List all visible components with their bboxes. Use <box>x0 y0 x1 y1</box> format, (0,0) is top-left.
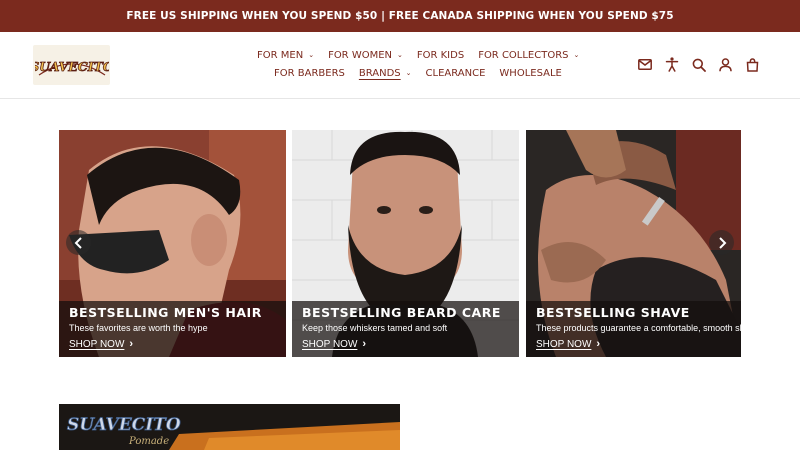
logo-mark-icon: SUAVECITO <box>35 59 109 76</box>
nav-for-barbers[interactable]: FOR BARBERS <box>274 68 345 79</box>
accessibility-icon[interactable] <box>664 57 679 72</box>
nav-for-kids[interactable]: FOR KIDS <box>417 50 464 61</box>
nav-wholesale[interactable]: WHOLESALE <box>499 68 561 79</box>
slide-title: BESTSELLING SHAVE <box>536 305 690 320</box>
account-icon[interactable] <box>718 57 733 72</box>
nav-label: CLEARANCE <box>425 68 486 79</box>
nav-label: FOR MEN <box>257 50 304 61</box>
nav-label: WHOLESALE <box>499 68 562 79</box>
search-icon[interactable] <box>691 57 706 72</box>
slide-mens-hair[interactable]: BESTSELLING MEN'S HAIR These favorites a… <box>59 130 286 357</box>
nav-for-women[interactable]: FOR WOMEN ⌄ <box>328 50 403 61</box>
promo-banner[interactable]: SUAVECITO Pomade <box>59 404 400 450</box>
chevron-right-icon <box>718 236 726 249</box>
nav-label: FOR KIDS <box>416 50 465 61</box>
nav-label: FOR BARBERS <box>274 68 345 79</box>
promo-image: SUAVECITO Pomade <box>59 404 400 450</box>
nav-for-men[interactable]: FOR MEN ⌄ <box>257 50 314 61</box>
slide-subtitle: These favorites are worth the hype <box>69 323 208 333</box>
slider-prev-button[interactable] <box>66 230 91 255</box>
shop-now-label: SHOP NOW <box>302 338 358 350</box>
shop-now-link[interactable]: SHOP NOW › <box>302 338 366 350</box>
slide-title: BESTSELLING MEN'S HAIR <box>69 305 262 320</box>
collection-slider: BESTSELLING MEN'S HAIR These favorites a… <box>59 130 741 357</box>
site-header: SUAVECITO FOR MEN ⌄ FOR WOMEN ⌄ FOR KIDS… <box>0 32 800 99</box>
mail-icon[interactable] <box>637 57 652 72</box>
shop-now-link[interactable]: SHOP NOW › <box>536 338 600 350</box>
shop-now-label: SHOP NOW <box>536 338 592 350</box>
slider-next-button[interactable] <box>709 230 734 255</box>
chevron-down-icon: ⌄ <box>573 50 580 59</box>
nav-for-collectors[interactable]: FOR COLLECTORS ⌄ <box>478 50 579 61</box>
shop-now-link[interactable]: SHOP NOW › <box>69 338 133 350</box>
chevron-down-icon: ⌄ <box>405 68 412 77</box>
nav-label: FOR WOMEN <box>328 50 392 61</box>
announcement-text: FREE US SHIPPING WHEN YOU SPEND $50 | FR… <box>126 10 674 22</box>
slide-caption: BESTSELLING SHAVE These products guarant… <box>526 301 741 357</box>
slide-caption: BESTSELLING BEARD CARE Keep those whiske… <box>292 301 519 357</box>
nav-clearance[interactable]: CLEARANCE <box>426 68 486 79</box>
chevron-down-icon: ⌄ <box>397 50 403 59</box>
main-nav: FOR MEN ⌄ FOR WOMEN ⌄ FOR KIDS FOR COLLE… <box>230 32 579 99</box>
cart-icon[interactable] <box>745 57 760 72</box>
logo-text: SUAVECITO <box>35 59 109 74</box>
chevron-right-icon: › <box>129 338 134 350</box>
header-icons <box>637 57 760 72</box>
brand-logo[interactable]: SUAVECITO <box>33 45 110 85</box>
nav-label: BRANDS <box>358 68 401 79</box>
chevron-down-icon: ⌄ <box>308 50 315 59</box>
promo-logo-text: SUAVECITO <box>67 415 181 435</box>
nav-row-1: FOR MEN ⌄ FOR WOMEN ⌄ FOR KIDS FOR COLLE… <box>257 50 593 61</box>
slide-title: BESTSELLING BEARD CARE <box>302 305 501 320</box>
slide-beard-care[interactable]: BESTSELLING BEARD CARE Keep those whiske… <box>292 130 519 357</box>
slide-caption: BESTSELLING MEN'S HAIR These favorites a… <box>59 301 286 357</box>
slide-subtitle: Keep those whiskers tamed and soft <box>302 323 448 333</box>
nav-label: FOR COLLECTORS <box>478 50 569 61</box>
announcement-bar: FREE US SHIPPING WHEN YOU SPEND $50 | FR… <box>0 0 800 32</box>
nav-row-2: FOR BARBERS BRANDS ⌄ CLEARANCE WHOLESALE <box>274 68 576 79</box>
shop-now-label: SHOP NOW <box>69 338 125 350</box>
chevron-right-icon: › <box>596 338 601 350</box>
promo-logo-sub: Pomade <box>128 436 169 447</box>
nav-brands[interactable]: BRANDS ⌄ <box>359 68 412 79</box>
chevron-right-icon: › <box>362 338 367 350</box>
slide-subtitle: These products guarantee a comfortable, … <box>536 323 741 333</box>
chevron-left-icon <box>74 236 82 249</box>
